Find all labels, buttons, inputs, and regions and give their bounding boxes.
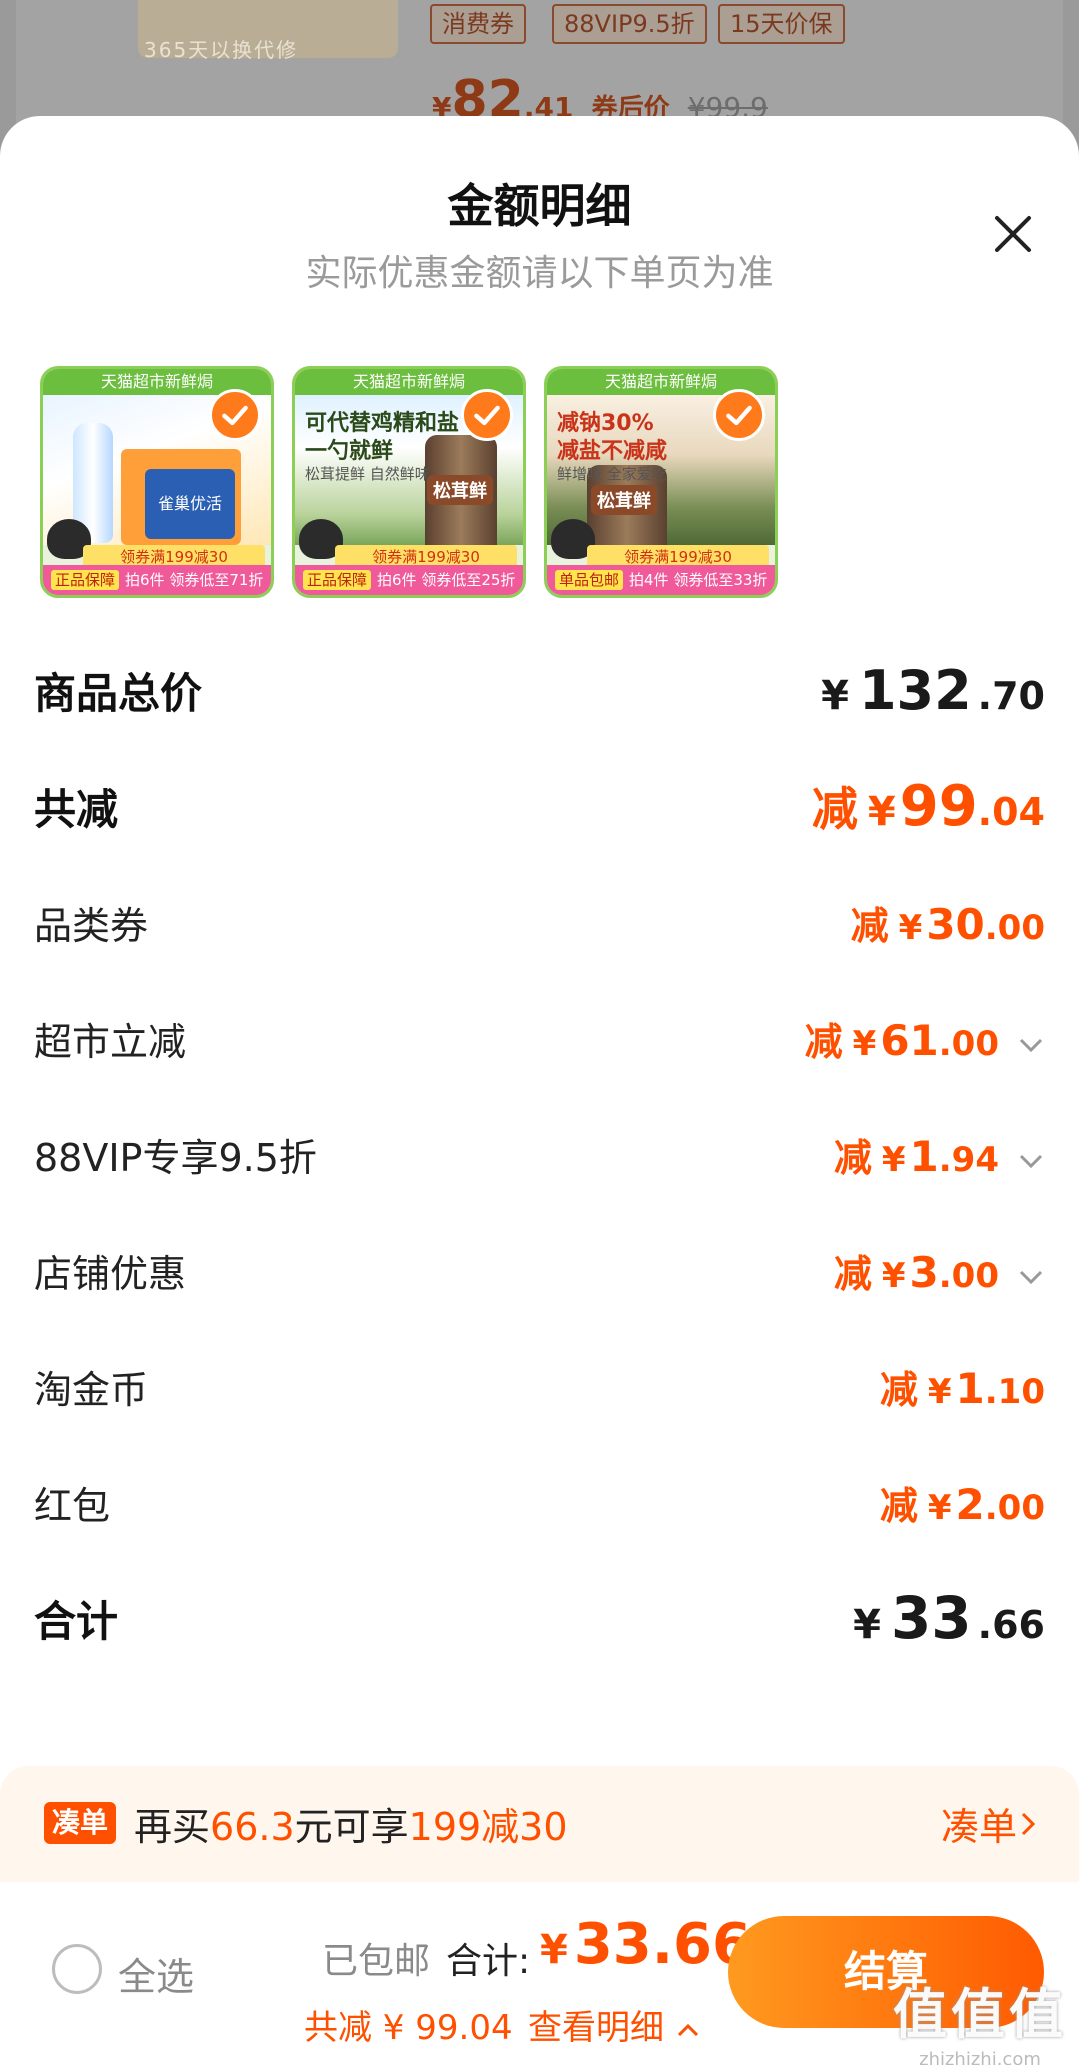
- sheet-title: 金额明细: [447, 179, 632, 233]
- tao-coin-row: 淘金币 减 ¥1.10: [34, 1356, 1045, 1416]
- total-discount-amount: 减 ¥99.04: [811, 774, 1045, 839]
- add-on-promo-text: 再买66.3元可享199减30: [134, 1805, 568, 1849]
- sheet-subtitle: 实际优惠金额请以下单页为准: [305, 253, 774, 294]
- add-on-badge: 凑单: [44, 1802, 116, 1844]
- chevron-right-icon: [1021, 1812, 1036, 1835]
- close-icon[interactable]: [987, 208, 1039, 260]
- goods-total-amount: ¥132.70: [821, 658, 1045, 722]
- view-detail-link[interactable]: 查看明细: [528, 2000, 701, 2049]
- sum-amount: ¥33.66: [853, 1584, 1045, 1652]
- product-promo-bar: 正品保障 拍6件 领券低至25折: [295, 565, 523, 595]
- site-watermark: 值值值 zhizhizhi.com: [893, 1983, 1067, 2065]
- free-shipping-label: 已包邮: [322, 1941, 431, 1982]
- category-coupon-label: 品类券: [34, 903, 149, 948]
- product-thumbnail[interactable]: 天猫超市新鲜焗 松茸鲜 可代替鸡精和盐 一勺就鲜 松茸提鲜 自然鲜味 领券满19…: [292, 366, 526, 598]
- chevron-down-icon[interactable]: [1017, 1151, 1045, 1171]
- select-all-radio[interactable]: [52, 1944, 102, 1994]
- category-coupon-amount: 减 ¥30.00: [850, 899, 1045, 949]
- checkmark-icon[interactable]: [461, 389, 513, 441]
- shop-discount-row[interactable]: 店铺优惠 减 ¥3.00: [34, 1240, 1045, 1300]
- add-on-link[interactable]: 凑单: [941, 1796, 1039, 1851]
- category-coupon-row: 品类券 减 ¥30.00: [34, 892, 1045, 952]
- background-tag-price-protect: 15天价保: [718, 4, 845, 44]
- add-on-promo-strip: 凑单 再买66.3元可享199减30 凑单: [0, 1766, 1079, 1882]
- product-headline-2: 减盐不减咸: [557, 439, 668, 464]
- supermarket-discount-label: 超市立减: [34, 1019, 187, 1064]
- total-amount: ¥33.66: [540, 1912, 751, 1977]
- total-discount-row: 共减 减 ¥99.04: [34, 774, 1045, 839]
- saved-amount: 共减 ¥ 99.04: [304, 2008, 513, 2048]
- product-tagline: 松茸提鲜 自然鲜味: [305, 465, 430, 483]
- sum-label: 合计: [34, 1596, 119, 1646]
- product-thumbnail[interactable]: 天猫超市新鲜焗 松茸鲜 减钠30% 减盐不减咸 鲜增味 全家爱吃 领券满199减…: [544, 366, 778, 598]
- chevron-down-icon[interactable]: [1017, 1035, 1045, 1055]
- red-packet-label: 红包: [34, 1483, 111, 1528]
- product-tagline: 鲜增味 全家爱吃: [557, 465, 667, 483]
- product-promo-bar: 正品保障 拍6件 领券低至71折: [43, 565, 271, 595]
- vip-discount-amount: 减 ¥1.94: [834, 1127, 1045, 1182]
- tao-coin-amount: 减 ¥1.10: [879, 1363, 1045, 1413]
- vip-discount-row[interactable]: 88VIP专享9.5折 减 ¥1.94: [34, 1124, 1045, 1184]
- sum-row: 合计 ¥33.66: [34, 1584, 1045, 1652]
- product-box-shape: 雀巢优活: [121, 449, 241, 545]
- background-tag-coupon: 消费券: [430, 4, 526, 44]
- product-thumbnail[interactable]: 天猫超市新鲜焗 雀巢优活 领券满199减30 正品保障 拍6件 领券低至71折: [40, 366, 274, 598]
- chevron-down-icon[interactable]: [1017, 1267, 1045, 1287]
- select-all-label[interactable]: 全选: [118, 1946, 194, 2001]
- vip-discount-label: 88VIP专享9.5折: [34, 1135, 317, 1180]
- shop-discount-label: 店铺优惠: [34, 1251, 187, 1296]
- goods-total-label: 商品总价: [34, 668, 203, 718]
- background-tag-vip: 88VIP9.5折: [552, 4, 707, 44]
- product-promo-bar: 单品包邮 拍4件 领券低至33折: [547, 565, 775, 595]
- checkmark-icon[interactable]: [209, 389, 261, 441]
- chevron-up-icon: [677, 2023, 698, 2036]
- supermarket-discount-amount: 减 ¥61.00: [805, 1011, 1045, 1066]
- product-headline-2: 一勺就鲜: [305, 439, 394, 464]
- product-thumbnails: 天猫超市新鲜焗 雀巢优活 领券满199减30 正品保障 拍6件 领券低至71折 天…: [40, 366, 778, 598]
- red-packet-amount: 减 ¥2.00: [879, 1479, 1045, 1529]
- shop-discount-amount: 减 ¥3.00: [834, 1243, 1045, 1298]
- total-label: 合计:: [446, 1941, 531, 1982]
- tao-coin-label: 淘金币: [34, 1367, 149, 1412]
- total-discount-label: 共减: [34, 784, 119, 834]
- checkmark-icon[interactable]: [713, 389, 765, 441]
- supermarket-discount-row[interactable]: 超市立减 减 ¥61.00: [34, 1008, 1045, 1068]
- background-thumb-text: 365天以换代修: [144, 38, 299, 62]
- red-packet-row: 红包 减 ¥2.00: [34, 1472, 1045, 1532]
- goods-total-row: 商品总价 ¥132.70: [34, 658, 1045, 722]
